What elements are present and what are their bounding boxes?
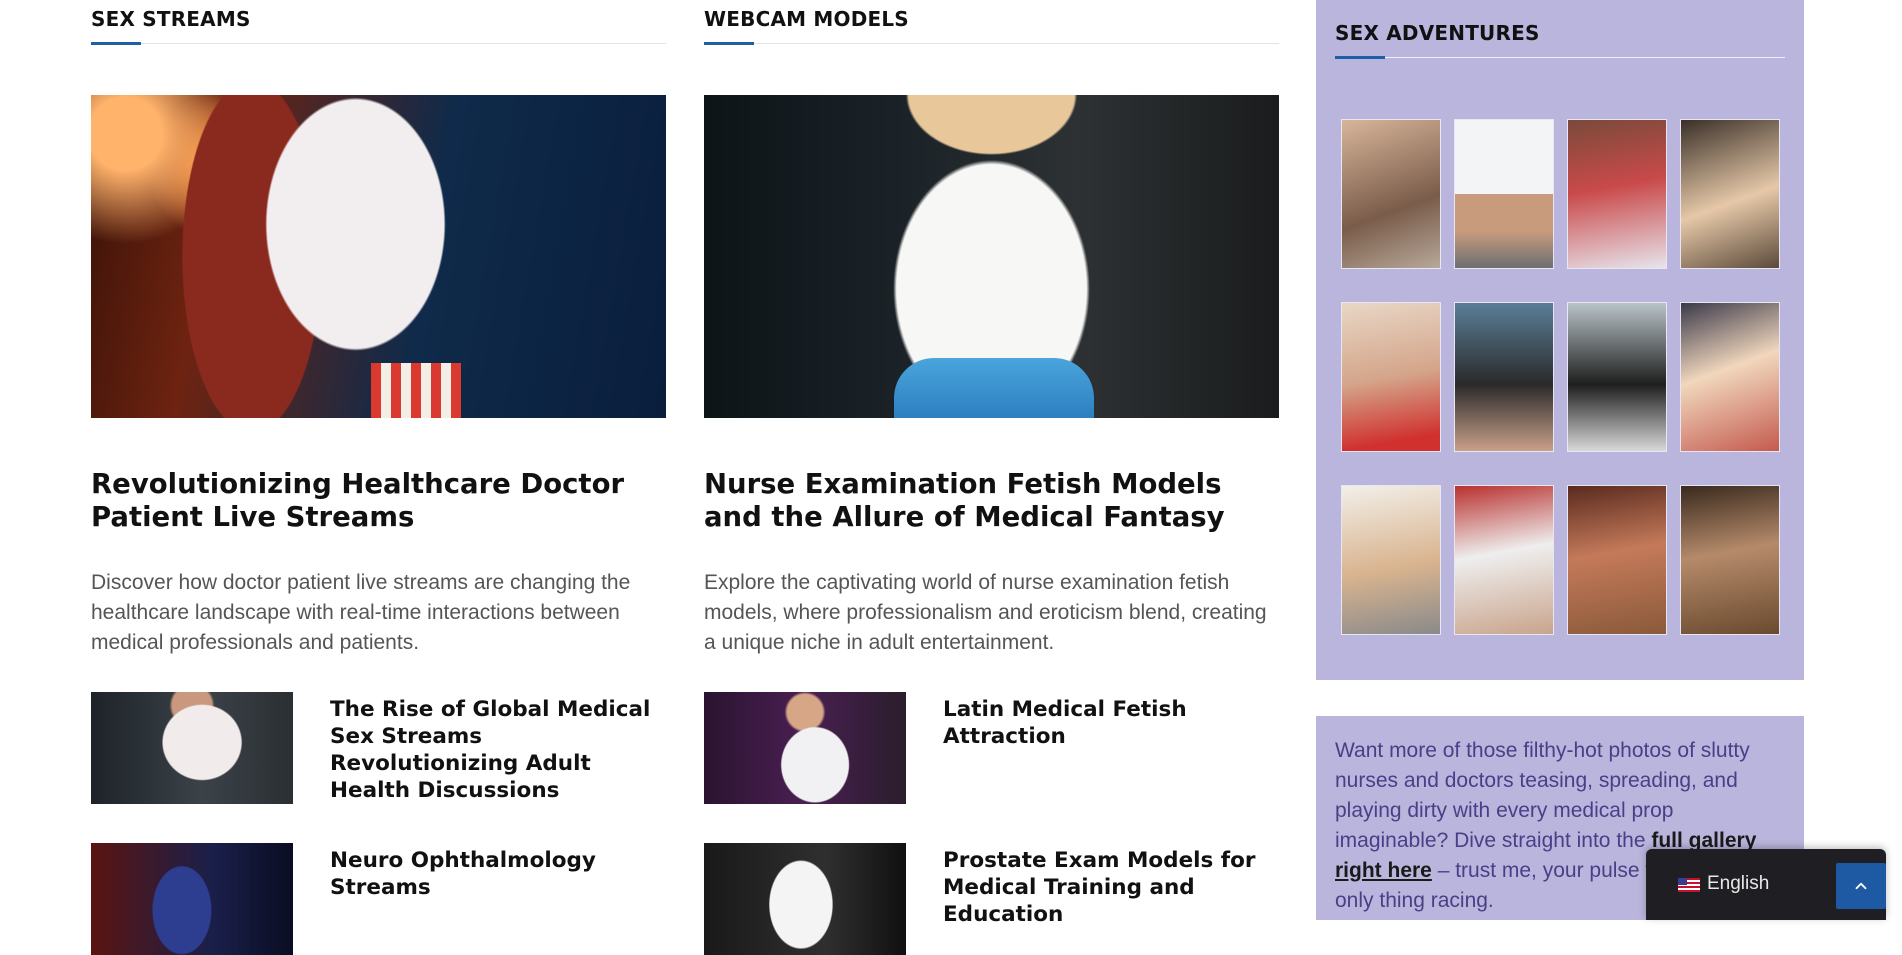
language-label[interactable]: English <box>1707 873 1769 895</box>
gallery-thumbnail[interactable] <box>1454 302 1554 452</box>
section-divider <box>91 42 666 45</box>
section-sex-streams: SEX STREAMS Revolutionizing Healthcare D… <box>91 0 666 955</box>
post-thumbnail[interactable] <box>704 692 906 804</box>
gallery-thumbnail[interactable] <box>1341 119 1441 269</box>
featured-image[interactable] <box>704 95 1279 418</box>
section-title: WEBCAM MODELS <box>704 7 909 31</box>
section-title: SEX STREAMS <box>91 7 251 31</box>
us-flag-icon <box>1678 878 1700 892</box>
widget-title: SEX ADVENTURES <box>1335 21 1540 45</box>
gallery-thumbnail[interactable] <box>1454 485 1554 635</box>
gallery-thumbnail[interactable] <box>1680 119 1780 269</box>
post-thumbnail[interactable] <box>91 843 293 955</box>
list-item[interactable]: Neuro Ophthalmology Streams <box>91 843 666 955</box>
post-title[interactable]: Latin Medical Fetish Attraction <box>943 696 1279 750</box>
featured-post-excerpt: Explore the captivating world of nurse e… <box>704 571 1267 654</box>
list-item[interactable]: The Rise of Global Medical Sex Streams R… <box>91 692 666 804</box>
gallery-thumbnail[interactable] <box>1567 119 1667 269</box>
post-title[interactable]: Prostate Exam Models for Medical Trainin… <box>943 847 1279 928</box>
gallery-thumbnail[interactable] <box>1680 485 1780 635</box>
gallery-thumbnail[interactable] <box>1341 485 1441 635</box>
scroll-to-top-button[interactable] <box>1836 863 1886 909</box>
sidebar-gallery-widget: SEX ADVENTURES <box>1316 0 1804 680</box>
featured-image[interactable] <box>91 95 666 418</box>
post-title[interactable]: Neuro Ophthalmology Streams <box>330 847 666 901</box>
gallery-thumbnail[interactable] <box>1341 302 1441 452</box>
list-item[interactable]: Prostate Exam Models for Medical Trainin… <box>704 843 1279 955</box>
list-item[interactable]: Latin Medical Fetish Attraction <box>704 692 1279 804</box>
gallery-thumbnail[interactable] <box>1454 119 1554 269</box>
gallery-thumbnail[interactable] <box>1680 302 1780 452</box>
featured-post-title[interactable]: Nurse Examination Fetish Models and the … <box>704 468 1279 534</box>
language-switcher[interactable]: English <box>1646 849 1886 920</box>
gallery-thumbnail[interactable] <box>1567 302 1667 452</box>
section-webcam-models: WEBCAM MODELS Nurse Examination Fetish M… <box>704 0 1279 955</box>
featured-post-title[interactable]: Revolutionizing Healthcare Doctor Patien… <box>91 468 666 534</box>
chevron-up-icon <box>1855 882 1867 890</box>
post-thumbnail[interactable] <box>91 692 293 804</box>
post-thumbnail[interactable] <box>704 843 906 955</box>
featured-post-excerpt: Discover how doctor patient live streams… <box>91 571 631 654</box>
widget-divider <box>1335 56 1785 59</box>
gallery-thumbnail[interactable] <box>1567 485 1667 635</box>
post-title[interactable]: The Rise of Global Medical Sex Streams R… <box>330 696 666 804</box>
section-divider <box>704 42 1279 45</box>
